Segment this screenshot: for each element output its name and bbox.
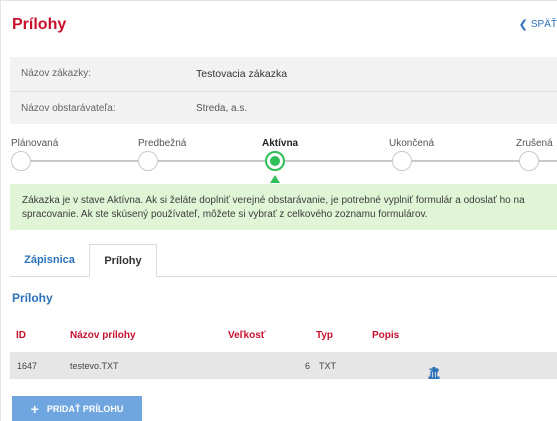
info-row-contracting-authority: Názov obstarávateľa: Streda, a.s. <box>10 91 557 125</box>
step-circle-active <box>265 151 285 171</box>
status-alert: Zákazka je v stave Aktívna. Ak si želáte… <box>10 184 557 230</box>
tab-minutes[interactable]: Zápisnica <box>10 244 89 276</box>
trash-icon[interactable] <box>427 366 441 380</box>
section-title: Prílohy <box>12 291 53 305</box>
info-panel: Názov zákazky: Testovacia zákazka Názov … <box>10 57 557 124</box>
tab-attachments[interactable]: Prílohy <box>89 244 157 277</box>
cell-type: TXT <box>319 361 336 371</box>
step-label-preliminary: Predbežná <box>138 138 187 149</box>
table-row: 1647 testevo.TXT 6 TXT <box>10 352 557 379</box>
add-attachment-label: PRIDAŤ PRÍLOHU <box>46 403 124 414</box>
cell-id: 1647 <box>17 361 38 371</box>
column-header-size: Veľkosť <box>228 330 266 341</box>
info-label: Názov obstarávateľa: <box>21 103 116 114</box>
page-title: Prílohy <box>12 16 67 33</box>
step-label-planned: Plánovaná <box>11 138 59 149</box>
column-header-description: Popis <box>372 330 400 341</box>
cell-size: 6 <box>305 361 311 371</box>
column-header-type: Typ <box>316 330 334 341</box>
step-circle-preliminary <box>138 151 158 171</box>
frame-border-top <box>0 0 557 1</box>
table-header: ID Názov prílohy Veľkosť Typ Popis <box>10 327 557 347</box>
step-label-finished: Ukončená <box>389 138 435 149</box>
back-link-label: SPÄŤ <box>530 19 557 30</box>
tab-bar: Zápisnica Prílohy <box>10 244 557 277</box>
plus-icon: + <box>30 400 39 417</box>
info-label: Názov zákazky: <box>21 68 92 79</box>
alert-pointer <box>270 175 280 183</box>
step-circle-finished <box>392 151 412 171</box>
back-link[interactable]: ❮ SPÄŤ <box>519 18 557 31</box>
attachments-page: Prílohy ❮ SPÄŤ Názov zákazky: Testovacia… <box>0 0 557 421</box>
info-value: Streda, a.s. <box>196 103 248 114</box>
frame-border-left <box>0 0 1 421</box>
info-value: Testovacia zákazka <box>196 68 288 80</box>
step-circle-planned <box>11 151 31 171</box>
info-row-order-name: Názov zákazky: Testovacia zákazka <box>10 57 557 90</box>
step-label-active: Aktívna <box>262 138 299 149</box>
step-label-cancelled: Zrušená <box>516 138 553 149</box>
column-header-name: Názov prílohy <box>70 330 136 341</box>
chevron-left-icon: ❮ <box>518 19 528 31</box>
column-header-id: ID <box>16 330 26 341</box>
add-attachment-button[interactable]: + PRIDAŤ PRÍLOHU <box>12 396 142 421</box>
step-circle-cancelled <box>519 151 539 171</box>
stepper-line <box>20 160 557 162</box>
cell-name: testevo.TXT <box>70 361 119 371</box>
